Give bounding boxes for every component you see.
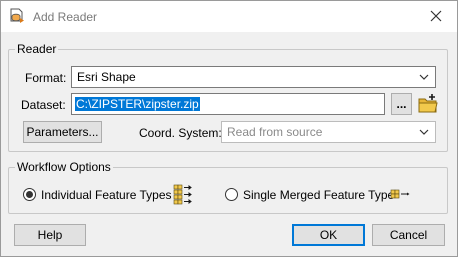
open-folder-icon[interactable] bbox=[417, 93, 439, 115]
workflow-group-label: Workflow Options bbox=[15, 160, 113, 174]
dataset-label: Dataset: bbox=[21, 98, 66, 112]
single-merged-feature-type-label[interactable]: Single Merged Feature Type bbox=[243, 188, 394, 202]
individual-feature-types-label[interactable]: Individual Feature Types bbox=[41, 188, 172, 202]
chevron-down-icon bbox=[419, 129, 429, 135]
cancel-label: Cancel bbox=[389, 228, 428, 242]
add-reader-dialog: Add Reader Reader Format: Esri Shape Dat… bbox=[0, 0, 458, 257]
single-merged-feature-type-radio[interactable] bbox=[225, 188, 238, 201]
format-label: Format: bbox=[25, 71, 67, 85]
format-value: Esri Shape bbox=[77, 70, 136, 84]
title-bar: Add Reader bbox=[1, 1, 457, 32]
ok-button[interactable]: OK bbox=[292, 224, 365, 246]
help-button[interactable]: Help bbox=[14, 224, 86, 246]
browse-label: ... bbox=[396, 97, 407, 111]
individual-feature-types-radio[interactable] bbox=[23, 188, 36, 201]
individual-feature-types-icon bbox=[173, 184, 192, 205]
format-dropdown[interactable]: Esri Shape bbox=[71, 66, 436, 88]
add-reader-icon bbox=[10, 8, 24, 23]
parameters-label: Parameters... bbox=[26, 125, 99, 139]
close-button[interactable] bbox=[419, 3, 453, 29]
coord-system-dropdown[interactable]: Read from source bbox=[221, 121, 436, 143]
window-title: Add Reader bbox=[33, 10, 98, 24]
ok-label: OK bbox=[319, 228, 338, 242]
dataset-value: C:\ZIPSTER\zipster.zip bbox=[75, 97, 200, 111]
coord-system-value: Read from source bbox=[227, 125, 323, 139]
dataset-input[interactable]: C:\ZIPSTER\zipster.zip bbox=[71, 93, 385, 115]
chevron-down-icon bbox=[419, 74, 429, 80]
parameters-button[interactable]: Parameters... bbox=[23, 121, 102, 143]
help-label: Help bbox=[37, 228, 63, 242]
coord-system-label: Coord. System: bbox=[139, 126, 222, 140]
cancel-button[interactable]: Cancel bbox=[372, 224, 445, 246]
reader-group-label: Reader bbox=[15, 42, 59, 56]
browse-button[interactable]: ... bbox=[391, 93, 412, 115]
close-icon bbox=[430, 10, 442, 22]
single-merged-feature-type-icon bbox=[390, 189, 410, 199]
